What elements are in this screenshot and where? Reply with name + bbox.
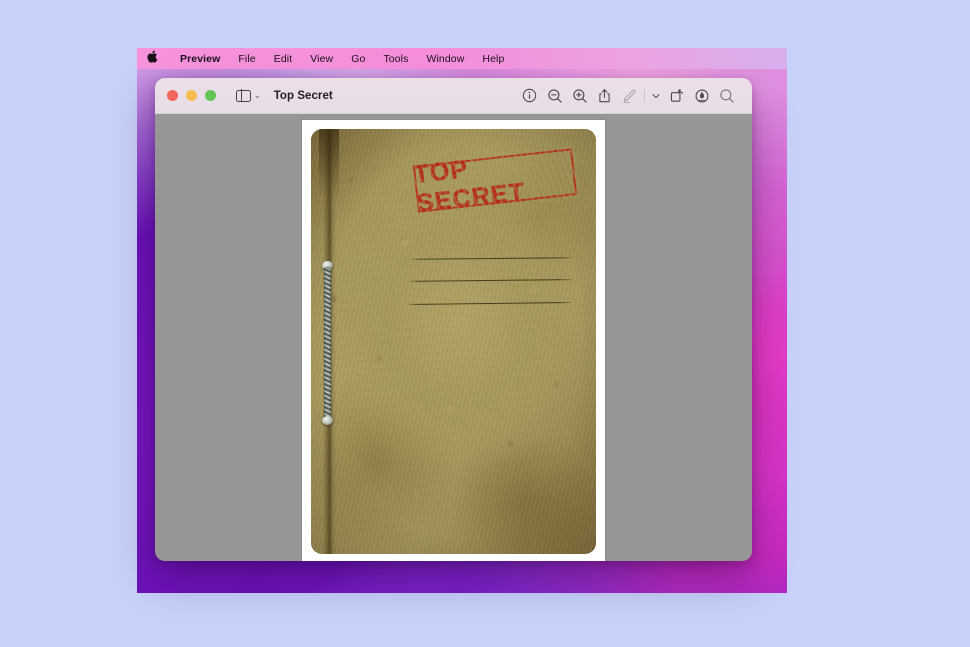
spiral-binding <box>322 261 333 425</box>
preview-window: ⌄ Top Secret TOP SECRET <box>155 78 752 561</box>
menu-item-help[interactable]: Help <box>473 53 513 65</box>
document-page[interactable]: TOP SECRET <box>302 120 605 561</box>
share-icon[interactable] <box>592 84 617 108</box>
menu-item-preview[interactable]: Preview <box>171 53 229 65</box>
ruled-line <box>408 279 572 283</box>
rotate-icon[interactable] <box>664 84 689 108</box>
window-titlebar[interactable]: ⌄ Top Secret <box>155 78 752 114</box>
close-button[interactable] <box>167 90 178 101</box>
document-viewer[interactable]: TOP SECRET <box>155 114 752 561</box>
sidebar-icon <box>236 89 251 102</box>
zoom-button[interactable] <box>205 90 216 101</box>
zoom-in-icon[interactable] <box>567 84 592 108</box>
minimize-button[interactable] <box>186 90 197 101</box>
sidebar-toggle-button[interactable]: ⌄ <box>236 89 261 102</box>
window-title: Top Secret <box>273 89 333 102</box>
search-icon[interactable] <box>714 84 739 108</box>
apple-logo-icon[interactable] <box>147 50 158 65</box>
toolbar <box>517 84 739 108</box>
chevron-down-icon[interactable] <box>647 84 664 108</box>
page-crease-top <box>319 129 339 199</box>
toolbar-separator <box>644 89 645 102</box>
ruled-lines <box>407 257 573 317</box>
top-secret-stamp: TOP SECRET <box>412 148 578 218</box>
chevron-down-icon: ⌄ <box>254 90 261 100</box>
menu-item-edit[interactable]: Edit <box>265 53 302 65</box>
parchment-background: TOP SECRET <box>311 129 596 554</box>
annotate-icon[interactable] <box>689 84 714 108</box>
menu-item-go[interactable]: Go <box>342 53 374 65</box>
zoom-out-icon[interactable] <box>542 84 567 108</box>
ruled-line <box>407 302 572 306</box>
binding-coil <box>324 267 331 419</box>
menu-item-window[interactable]: Window <box>417 53 473 65</box>
binding-cap-bottom <box>322 416 333 425</box>
traffic-lights <box>167 90 216 101</box>
ruled-line <box>410 257 572 260</box>
menu-item-file[interactable]: File <box>229 53 264 65</box>
menu-item-view[interactable]: View <box>301 53 342 65</box>
info-icon[interactable] <box>517 84 542 108</box>
stamp-text: TOP SECRET <box>412 154 527 218</box>
menu-bar: Preview File Edit View Go Tools Window H… <box>137 48 787 69</box>
menu-item-tools[interactable]: Tools <box>374 53 417 65</box>
markup-pen-icon[interactable] <box>617 84 642 108</box>
